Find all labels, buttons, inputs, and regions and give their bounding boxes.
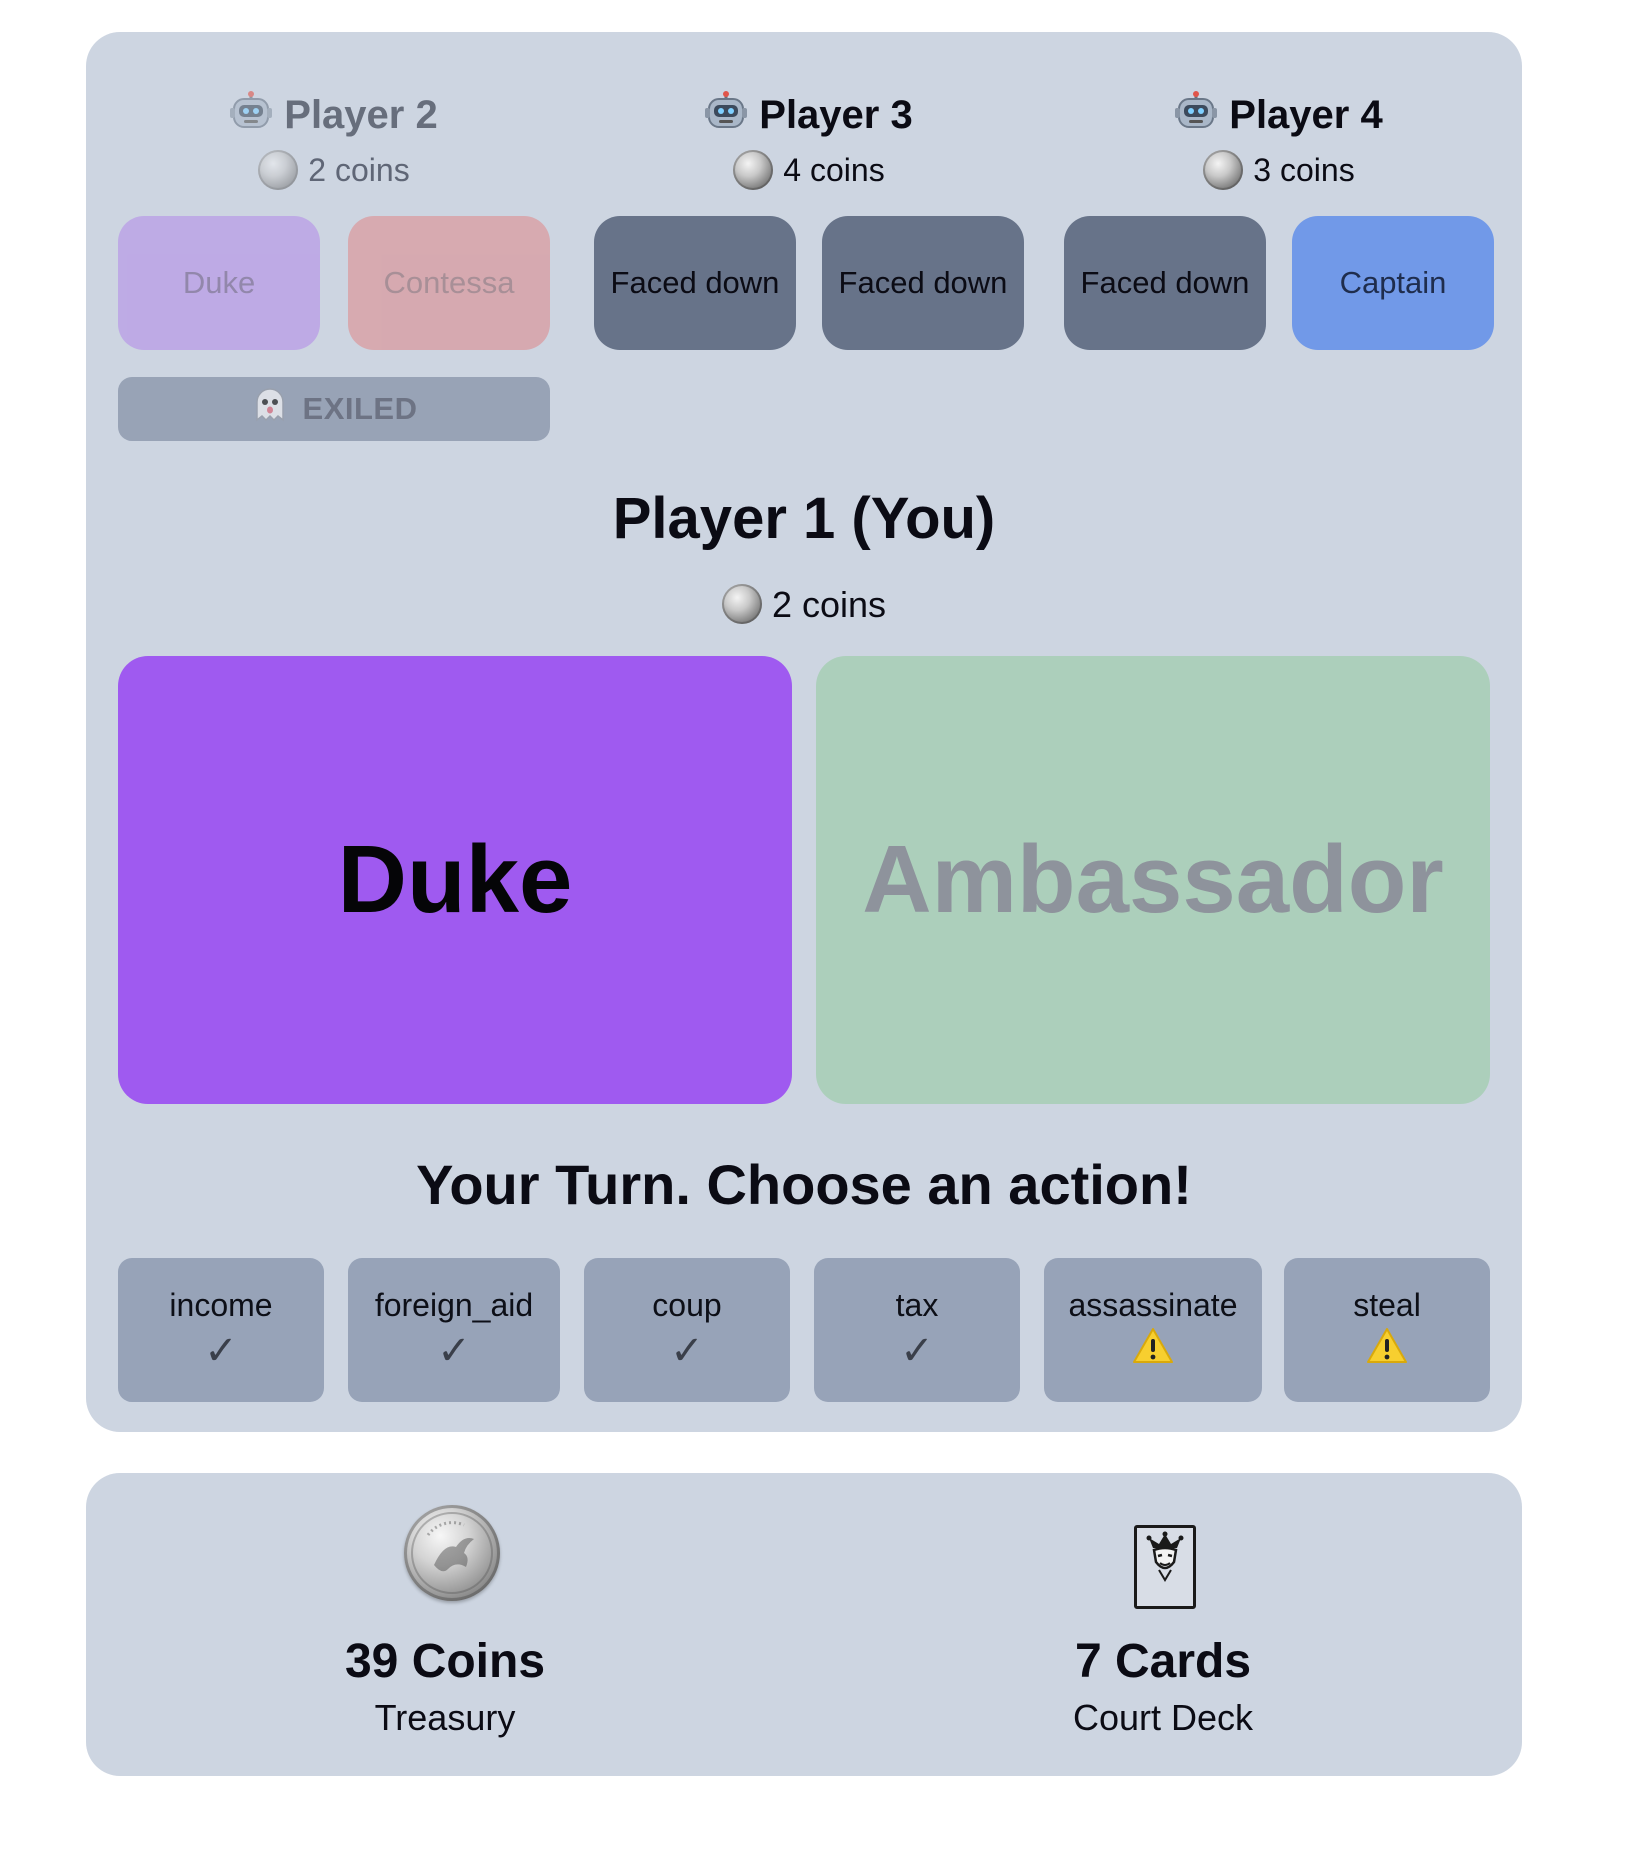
game-board: Player 2 2 coins Duke Contessa EXILED Pl… [86, 32, 1522, 1432]
checkmark-icon: ✓ [437, 1329, 471, 1373]
ghost-icon [251, 386, 289, 432]
action-tax-button[interactable]: tax ✓ [814, 1258, 1020, 1402]
coin-icon [721, 584, 762, 625]
player-title: Player 1 (You) [612, 486, 996, 551]
jester-card-icon [1134, 1525, 1196, 1609]
turn-prompt: Your Turn. Choose an action! [416, 1153, 1192, 1216]
treasury-label: Treasury [374, 1697, 516, 1738]
action-assassinate-button[interactable]: assassinate [1044, 1258, 1262, 1402]
treasury: 39 Coins Treasury [86, 1473, 804, 1776]
robot-icon [230, 90, 273, 144]
deck-value: 7 Cards [1074, 1635, 1252, 1688]
opponent-name: Player 3 [594, 90, 1024, 144]
court-deck: 7 Cards Court Deck [804, 1473, 1522, 1776]
checkmark-icon: ✓ [204, 1329, 238, 1373]
bank-panel: 39 Coins Treasury 7 Cards Court Deck [86, 1473, 1522, 1776]
opponent-name: Player 4 [1064, 90, 1494, 144]
opponent-coins: 3 coins [1064, 148, 1494, 193]
action-income-button[interactable]: income ✓ [118, 1258, 324, 1402]
treasury-coin-icon [404, 1505, 500, 1601]
checkmark-icon: ✓ [670, 1329, 704, 1373]
opponent-card-faced-down: Faced down [1064, 216, 1266, 350]
coin-icon [733, 149, 774, 190]
treasury-value: 39 Coins [344, 1635, 546, 1688]
action-coup-button[interactable]: coup ✓ [584, 1258, 790, 1402]
coin-icon [258, 149, 299, 190]
opponent-card-contessa: Contessa [348, 216, 550, 350]
warning-icon [1132, 1327, 1174, 1376]
warning-icon [1366, 1327, 1408, 1376]
exiled-badge: EXILED [118, 377, 550, 441]
opponent-name: Player 2 [118, 90, 550, 144]
checkmark-icon: ✓ [900, 1329, 934, 1373]
opponent-card-captain: Captain [1292, 216, 1494, 350]
player-coins: 2 coins [86, 580, 1522, 630]
deck-label: Court Deck [1072, 1697, 1254, 1738]
robot-icon [1175, 90, 1218, 144]
opponent-card-faced-down: Faced down [594, 216, 796, 350]
action-foreign-aid-button[interactable]: foreign_aid ✓ [348, 1258, 560, 1402]
opponent-card-duke: Duke [118, 216, 320, 350]
opponent-coins: 4 coins [594, 148, 1024, 193]
robot-icon [705, 90, 748, 144]
coin-icon [1203, 149, 1244, 190]
player-card-duke[interactable]: Duke [118, 656, 792, 1104]
player-card-ambassador[interactable]: Ambassador [816, 656, 1490, 1104]
opponent-coins: 2 coins [118, 148, 550, 193]
action-steal-button[interactable]: steal [1284, 1258, 1490, 1402]
opponent-card-faced-down: Faced down [822, 216, 1024, 350]
